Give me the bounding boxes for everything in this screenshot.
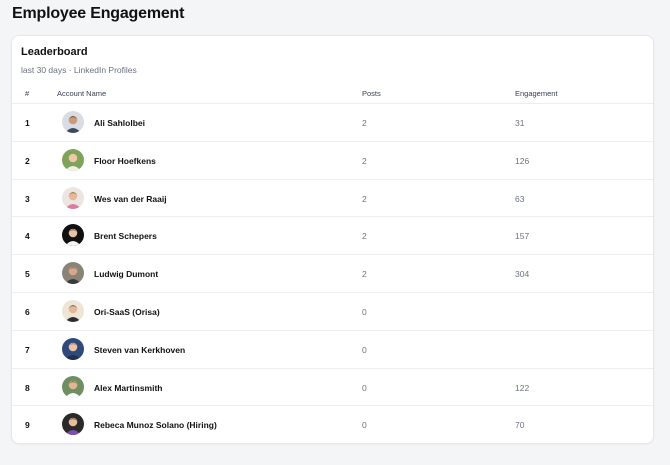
avatar-photo-icon <box>62 413 84 436</box>
posts-cell: 2 <box>362 231 367 242</box>
avatar-photo-icon <box>62 299 84 322</box>
table-row[interactable]: 5 Ludwig Dumont 2 304 <box>12 255 653 293</box>
posts-cell: 2 <box>362 118 367 128</box>
leaderboard-table-body: 1 Ali Sahlolbei 2 31 2 Floor Hoefkens 2 126 3 Wes… <box>12 104 653 443</box>
rank-cell: 8 <box>25 382 30 393</box>
rank-cell: 6 <box>25 306 30 317</box>
rank-cell: 1 <box>25 118 30 128</box>
leaderboard-subtitle: last 30 days · LinkedIn Profiles <box>21 65 137 75</box>
account-name[interactable]: Brent Schepers <box>94 231 157 241</box>
column-header-account-name[interactable]: Account Name <box>57 89 106 98</box>
account-name[interactable]: Rebeca Munoz Solano (Hiring) <box>94 420 217 430</box>
posts-cell: 2 <box>362 269 367 280</box>
posts-cell: 2 <box>362 193 367 204</box>
avatar-photo-icon <box>62 375 84 398</box>
table-row[interactable]: 7 Steven van Kerkhoven 0 <box>12 331 653 369</box>
posts-cell: 0 <box>362 306 367 317</box>
rank-cell: 4 <box>25 231 30 242</box>
avatar[interactable] <box>62 375 84 398</box>
page-title: Employee Engagement <box>12 5 185 22</box>
account-name[interactable]: Ludwig Dumont <box>94 269 158 279</box>
avatar-photo-icon <box>62 111 84 133</box>
leaderboard-title: Leaderboard <box>21 46 88 58</box>
avatar-photo-icon <box>62 224 84 247</box>
rank-cell: 5 <box>25 269 30 280</box>
table-row[interactable]: 6 Ori-SaaS (Orisa) 0 <box>12 293 653 331</box>
rank-cell: 2 <box>25 155 30 166</box>
avatar-photo-icon <box>62 186 84 209</box>
table-row[interactable]: 2 Floor Hoefkens 2 126 <box>12 142 653 180</box>
avatar[interactable] <box>62 262 84 285</box>
account-name[interactable]: Wes van der Raaij <box>94 194 167 204</box>
avatar[interactable] <box>62 224 84 247</box>
engagement-cell: 70 <box>515 420 525 431</box>
engagement-cell: 304 <box>515 269 530 280</box>
posts-cell: 0 <box>362 382 367 393</box>
engagement-cell: 63 <box>515 193 525 204</box>
table-row[interactable]: 1 Ali Sahlolbei 2 31 <box>12 104 653 142</box>
column-header-engagement[interactable]: Engagement <box>515 89 558 98</box>
engagement-cell: 157 <box>515 231 530 242</box>
table-header: # Account Name Posts Engagement <box>12 84 653 104</box>
account-name[interactable]: Alex Martinsmith <box>94 383 163 393</box>
avatar[interactable] <box>62 337 84 360</box>
table-row[interactable]: 9 Rebeca Munoz Solano (Hiring) 0 70 <box>12 406 653 443</box>
table-row[interactable]: 4 Brent Schepers 2 157 <box>12 217 653 256</box>
account-name[interactable]: Floor Hoefkens <box>94 156 156 166</box>
posts-cell: 0 <box>362 420 367 431</box>
account-name[interactable]: Ali Sahlolbei <box>94 118 145 128</box>
avatar[interactable] <box>62 413 84 436</box>
avatar-photo-icon <box>62 262 84 285</box>
avatar-photo-icon <box>62 337 84 360</box>
posts-cell: 0 <box>362 344 367 355</box>
rank-cell: 9 <box>25 420 30 431</box>
account-name[interactable]: Steven van Kerkhoven <box>94 345 185 355</box>
table-row[interactable]: 8 Alex Martinsmith 0 122 <box>12 369 653 407</box>
avatar-photo-icon <box>62 148 84 171</box>
engagement-cell: 126 <box>515 155 530 166</box>
avatar[interactable] <box>62 111 84 133</box>
avatar[interactable] <box>62 299 84 322</box>
column-header-rank[interactable]: # <box>25 89 29 98</box>
posts-cell: 2 <box>362 155 367 166</box>
leaderboard-card: Leaderboard last 30 days · LinkedIn Prof… <box>11 35 654 444</box>
account-name[interactable]: Ori-SaaS (Orisa) <box>94 307 160 317</box>
table-row[interactable]: 3 Wes van der Raaij 2 63 <box>12 180 653 218</box>
column-header-posts[interactable]: Posts <box>362 89 381 98</box>
avatar[interactable] <box>62 148 84 171</box>
rank-cell: 3 <box>25 193 30 204</box>
rank-cell: 7 <box>25 344 30 355</box>
engagement-cell: 122 <box>515 382 530 393</box>
engagement-cell: 31 <box>515 118 525 128</box>
avatar[interactable] <box>62 186 84 209</box>
